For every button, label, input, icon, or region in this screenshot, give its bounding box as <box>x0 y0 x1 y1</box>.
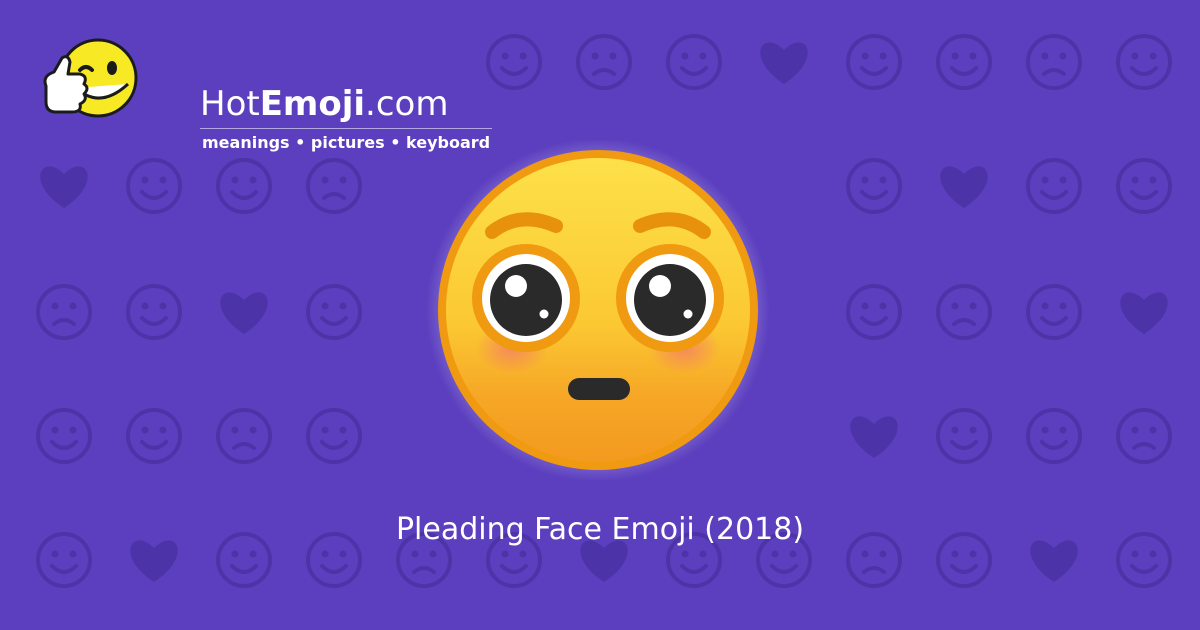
kissing-face-icon <box>666 34 722 90</box>
recycle-icon <box>846 158 902 214</box>
revolving-hearts-icon <box>126 408 182 464</box>
monkey-icon <box>306 408 362 464</box>
smiling-face-icon <box>846 34 902 90</box>
music-notes-icon <box>1026 158 1082 214</box>
site-name-bold: Emoji <box>259 84 366 124</box>
sleeping-face-icon <box>1116 158 1172 214</box>
sparkles-icon <box>220 292 268 334</box>
brand-header[interactable]: HotEmoji.com meanings • pictures • keybo… <box>40 36 492 152</box>
angry-face-icon <box>1026 408 1082 464</box>
broken-heart-icon <box>846 284 902 340</box>
smirking-face-icon <box>126 158 182 214</box>
grinning-face-icon <box>126 284 182 340</box>
worried-face-icon <box>1120 292 1168 334</box>
confused-face-icon <box>936 284 992 340</box>
raising-hands-icon <box>940 166 988 208</box>
tongue-out-face-icon <box>1026 284 1082 340</box>
heart-eyes-icon <box>486 34 542 90</box>
winking-face-icon <box>576 34 632 90</box>
heart-outline-icon <box>216 408 272 464</box>
weary-face-icon <box>936 34 992 90</box>
site-name-suffix: .com <box>365 84 449 124</box>
two-hearts-icon <box>760 42 808 84</box>
brand-divider <box>200 128 492 129</box>
screaming-face-icon <box>850 416 898 458</box>
eyes-icon <box>40 166 88 208</box>
sad-face-icon <box>36 284 92 340</box>
ok-hand-icon <box>1026 34 1082 90</box>
grimacing-face-icon <box>306 158 362 214</box>
left-arrow-icon <box>1116 408 1172 464</box>
neutral-face-icon <box>1116 34 1172 90</box>
devil-face-icon <box>936 408 992 464</box>
pleading-face-emoji-icon <box>426 140 770 480</box>
site-name-prefix: Hot <box>200 84 260 124</box>
winking-thumbs-up-emoji-icon <box>43 38 138 118</box>
share-card: HotEmoji.com meanings • pictures • keybo… <box>0 0 1200 630</box>
site-name[interactable]: HotEmoji.com <box>200 84 448 124</box>
striped-heart-icon <box>306 284 362 340</box>
emoji-title: Pleading Face Emoji (2018) <box>395 512 805 547</box>
relieved-face-icon <box>216 158 272 214</box>
heart-arrow-icon <box>36 408 92 464</box>
